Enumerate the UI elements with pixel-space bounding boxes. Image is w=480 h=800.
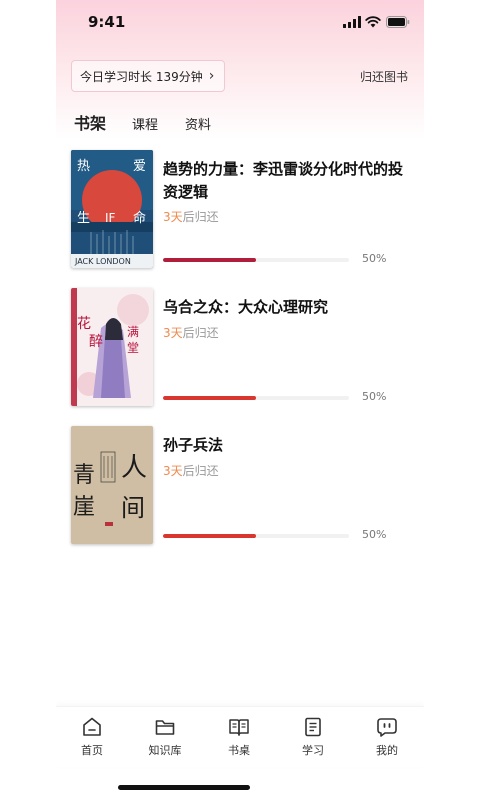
reading-progress-bar: [163, 396, 349, 400]
profile-icon: [377, 718, 397, 737]
nav-desk[interactable]: 书桌: [209, 715, 269, 758]
svg-text:热: 热: [77, 159, 90, 174]
nav-study-label: 学习: [302, 744, 324, 757]
return-suffix: 后归还: [182, 210, 219, 224]
wifi-icon: [365, 16, 381, 28]
book-title: 乌合之众：大众心理研究: [163, 298, 329, 316]
study-time-chip[interactable]: 今日学习时长 139分钟 ›: [71, 60, 226, 92]
return-days: 3天: [163, 326, 183, 340]
book-title: 趋势的力量：李迅雷谈分化时代的投资逻辑: [163, 160, 404, 201]
book-item[interactable]: 青 崖 人 间 孙子兵法 3天后归还 50%: [56, 426, 424, 546]
tab-bookshelf[interactable]: 书架: [73, 110, 107, 134]
folder-icon: [155, 720, 175, 735]
reading-progress-label: 50%: [362, 528, 387, 541]
svg-text:命: 命: [133, 210, 146, 226]
nav-home-label: 首页: [81, 744, 103, 757]
book-cover-image: 青 崖 人 间: [71, 426, 153, 544]
svg-text:崖: 崖: [73, 495, 95, 520]
svg-text:生: 生: [77, 211, 90, 226]
battery-icon: [386, 16, 410, 28]
reading-progress-fill: [163, 534, 256, 538]
book-item[interactable]: JACK LONDON 热 爱 生 命 IF 趋势的力量：李迅雷谈分化时代的投资…: [56, 150, 424, 270]
nav-desk-label: 书桌: [228, 744, 250, 757]
book-title: 孙子兵法: [163, 436, 224, 454]
tab-courses-label: 课程: [132, 118, 159, 133]
nav-study[interactable]: 学习: [283, 715, 343, 758]
svg-text:青: 青: [73, 463, 95, 488]
nav-knowledge-base[interactable]: 知识库: [135, 715, 195, 758]
return-books-link[interactable]: 归还图书: [360, 68, 408, 85]
svg-text:JACK LONDON: JACK LONDON: [74, 257, 131, 266]
nav-knowledge-base-label: 知识库: [148, 744, 182, 757]
svg-text:IF: IF: [105, 211, 116, 225]
return-suffix: 后归还: [182, 464, 219, 478]
reading-progress-bar: [163, 258, 349, 262]
reading-progress-bar: [163, 534, 349, 538]
return-due-text: 3天后归还: [163, 324, 219, 341]
return-suffix: 后归还: [182, 326, 219, 340]
svg-text:爱: 爱: [133, 159, 146, 174]
study-time-label: 今日学习时长 139分钟: [80, 69, 203, 84]
tab-materials[interactable]: 资料: [185, 114, 211, 133]
book-item[interactable]: 花 醉 满 堂 乌合之众：大众心理研究 3天后归还 50%: [56, 288, 424, 408]
book-cover-image: JACK LONDON 热 爱 生 命 IF: [71, 150, 153, 268]
home-indicator: [118, 785, 250, 790]
return-due-text: 3天后归还: [163, 462, 219, 479]
svg-text:满: 满: [127, 325, 139, 339]
book-cover-image: 花 醉 满 堂: [71, 288, 153, 406]
reading-progress-label: 50%: [362, 390, 387, 403]
tab-bookshelf-label: 书架: [74, 114, 107, 133]
return-due-text: 3天后归还: [163, 208, 219, 225]
svg-text:花: 花: [77, 316, 91, 332]
reading-progress-label: 50%: [362, 252, 387, 265]
home-icon: [83, 717, 101, 736]
svg-text:间: 间: [121, 494, 145, 522]
nav-profile-label: 我的: [376, 744, 398, 757]
svg-text:人: 人: [121, 453, 147, 483]
svg-text:醉: 醉: [89, 334, 103, 350]
bottom-tab-bar: 首页 知识库 书桌 学习 我的: [56, 706, 424, 767]
tab-materials-label: 资料: [185, 118, 212, 133]
return-days: 3天: [163, 464, 183, 478]
open-book-icon: [229, 719, 249, 736]
svg-text:堂: 堂: [127, 341, 139, 355]
nav-home[interactable]: 首页: [62, 715, 122, 758]
reading-progress-fill: [163, 258, 256, 262]
signal-icon: [343, 16, 361, 28]
tab-courses[interactable]: 课程: [132, 114, 158, 133]
status-time: 9:41: [88, 13, 126, 31]
status-bar: 9:41: [56, 0, 424, 44]
app-screen: 9:41 今日学习时长 139分钟 › 归还图书 书架 课程 资料 JACK L…: [56, 0, 424, 800]
nav-profile[interactable]: 我的: [357, 715, 417, 758]
document-icon: [305, 717, 321, 737]
chevron-right-icon: ›: [208, 68, 215, 84]
return-days: 3天: [163, 210, 183, 224]
reading-progress-fill: [163, 396, 256, 400]
